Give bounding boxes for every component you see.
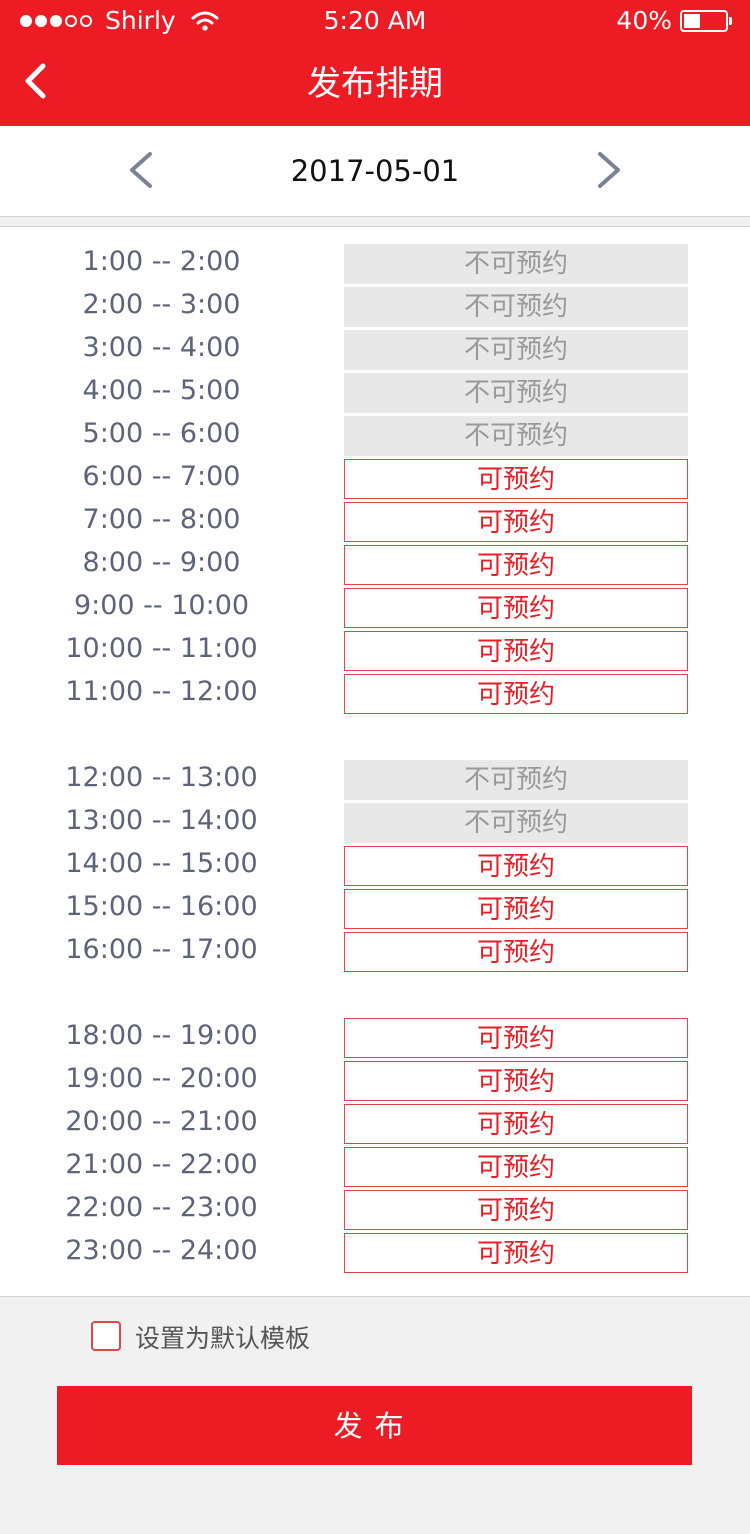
time-slot-label: 15:00 -- 16:00 <box>65 891 258 922</box>
time-slot-label: 4:00 -- 5:00 <box>82 375 241 406</box>
schedule-row: 13:00 -- 14:00 不可预约 <box>0 803 750 846</box>
schedule-row: 3:00 -- 4:00 不可预约 <box>0 330 750 373</box>
battery-tip <box>729 16 732 25</box>
available-slot-button[interactable]: 可预约 <box>344 846 688 886</box>
chevron-right-icon <box>598 152 620 188</box>
unavailable-slot-button: 不可预约 <box>344 416 688 456</box>
available-slot-button[interactable]: 可预约 <box>344 1190 688 1230</box>
time-slot-label: 7:00 -- 8:00 <box>82 504 241 535</box>
schedule-row: 22:00 -- 23:00 可预约 <box>0 1190 750 1233</box>
schedule-row: 5:00 -- 6:00 不可预约 <box>0 416 750 459</box>
available-slot-button[interactable]: 可预约 <box>344 1147 688 1187</box>
available-slot-button[interactable]: 可预约 <box>344 1018 688 1058</box>
time-slot-label: 13:00 -- 14:00 <box>65 805 258 836</box>
time-slot-label: 1:00 -- 2:00 <box>82 246 241 277</box>
time-slot-label: 5:00 -- 6:00 <box>82 418 241 449</box>
unavailable-slot-button: 不可预约 <box>344 373 688 413</box>
schedule-row: 18:00 -- 19:00 可预约 <box>0 1018 750 1061</box>
default-template-checkbox[interactable] <box>91 1321 121 1351</box>
next-date-button[interactable] <box>588 148 628 192</box>
publish-button[interactable]: 发布 <box>57 1386 692 1465</box>
schedule-row: 21:00 -- 22:00 可预约 <box>0 1147 750 1190</box>
footer: 设置为默认模板 发布 <box>0 1296 750 1534</box>
schedule-row: 8:00 -- 9:00 可预约 <box>0 545 750 588</box>
app-header: Shirly 5:20 AM 40% 发布排期 <box>0 0 750 126</box>
battery-group: 40% <box>616 6 732 35</box>
available-slot-button[interactable]: 可预约 <box>344 459 688 499</box>
schedule-row: 12:00 -- 13:00 不可预约 <box>0 760 750 803</box>
unavailable-slot-button: 不可预约 <box>344 244 688 284</box>
schedule-row: 10:00 -- 11:00 可预约 <box>0 631 750 674</box>
schedule-row: 19:00 -- 20:00 可预约 <box>0 1061 750 1104</box>
available-slot-button[interactable]: 可预约 <box>344 588 688 628</box>
schedule-row: 16:00 -- 17:00 可预约 <box>0 932 750 975</box>
schedule-row: 15:00 -- 16:00 可预约 <box>0 889 750 932</box>
available-slot-button[interactable]: 可预约 <box>344 1104 688 1144</box>
available-slot-button[interactable]: 可预约 <box>344 502 688 542</box>
time-slot-label: 16:00 -- 17:00 <box>65 934 258 965</box>
available-slot-button[interactable]: 可预约 <box>344 1061 688 1101</box>
time-slot-label: 12:00 -- 13:00 <box>65 762 258 793</box>
current-date: 2017-05-01 <box>290 154 460 188</box>
unavailable-slot-button: 不可预约 <box>344 287 688 327</box>
time-slot-label: 6:00 -- 7:00 <box>82 461 241 492</box>
time-slot-label: 14:00 -- 15:00 <box>65 848 258 879</box>
unavailable-slot-button: 不可预约 <box>344 803 688 843</box>
time-slot-label: 23:00 -- 24:00 <box>65 1235 258 1266</box>
schedule-row: 4:00 -- 5:00 不可预约 <box>0 373 750 416</box>
schedule-row: 14:00 -- 15:00 可预约 <box>0 846 750 889</box>
time-slot-label: 8:00 -- 9:00 <box>82 547 241 578</box>
time-slot-label: 2:00 -- 3:00 <box>82 289 241 320</box>
page-title: 发布排期 <box>307 64 443 104</box>
battery-level-fill <box>684 13 700 28</box>
time-slot-label: 20:00 -- 21:00 <box>65 1106 258 1137</box>
schedule-list: 1:00 -- 2:00 不可预约 2:00 -- 3:00 不可预约 3:00 -- … <box>0 226 750 1297</box>
time-slot-label: 11:00 -- 12:00 <box>65 676 258 707</box>
available-slot-button[interactable]: 可预约 <box>344 932 688 972</box>
schedule-row: 1:00 -- 2:00 不可预约 <box>0 244 750 287</box>
unavailable-slot-button: 不可预约 <box>344 330 688 370</box>
available-slot-button[interactable]: 可预约 <box>344 545 688 585</box>
time-slot-label: 18:00 -- 19:00 <box>65 1020 258 1051</box>
default-template-label: 设置为默认模板 <box>135 1324 311 1353</box>
time-slot-label: 21:00 -- 22:00 <box>65 1149 258 1180</box>
schedule-row: 20:00 -- 21:00 可预约 <box>0 1104 750 1147</box>
status-bar: Shirly 5:20 AM 40% <box>0 0 750 42</box>
available-slot-button[interactable]: 可预约 <box>344 1233 688 1273</box>
schedule-row: 7:00 -- 8:00 可预约 <box>0 502 750 545</box>
time-slot-label: 10:00 -- 11:00 <box>65 633 258 664</box>
time-slot-label: 19:00 -- 20:00 <box>65 1063 258 1094</box>
schedule-row: 23:00 -- 24:00 可预约 <box>0 1233 750 1276</box>
date-navigator: 2017-05-01 <box>0 126 750 217</box>
schedule-row: 11:00 -- 12:00 可预约 <box>0 674 750 717</box>
battery-percentage: 40% <box>616 6 672 35</box>
schedule-row: 2:00 -- 3:00 不可预约 <box>0 287 750 330</box>
time-slot-label: 22:00 -- 23:00 <box>65 1192 258 1223</box>
time-slot-label: 3:00 -- 4:00 <box>82 332 241 363</box>
time-slot-label: 9:00 -- 10:00 <box>73 590 250 621</box>
available-slot-button[interactable]: 可预约 <box>344 889 688 929</box>
schedule-row: 9:00 -- 10:00 可预约 <box>0 588 750 631</box>
unavailable-slot-button: 不可预约 <box>344 760 688 800</box>
available-slot-button[interactable]: 可预约 <box>344 674 688 714</box>
available-slot-button[interactable]: 可预约 <box>344 631 688 671</box>
battery-icon <box>680 9 728 32</box>
schedule-row: 6:00 -- 7:00 可预约 <box>0 459 750 502</box>
